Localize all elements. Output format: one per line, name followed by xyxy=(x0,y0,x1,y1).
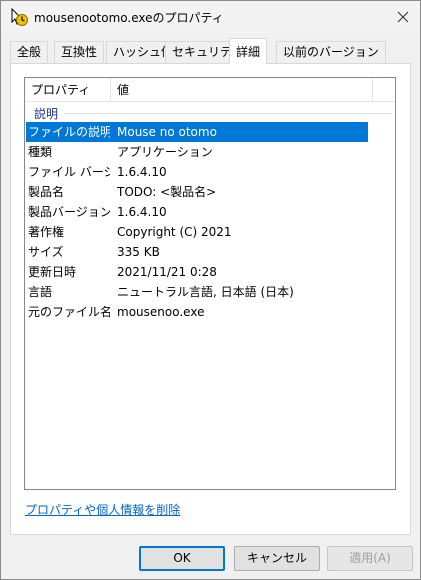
list-item[interactable]: 製品バージョン 1.6.4.10 xyxy=(25,202,395,222)
app-clock-icon xyxy=(10,7,28,26)
list-item[interactable]: ファイルの説明 Mouse no otomo xyxy=(25,122,395,142)
property-value: TODO: <製品名> xyxy=(117,185,217,199)
property-name: 言語 xyxy=(28,285,53,299)
property-value: 1.6.4.10 xyxy=(117,205,167,219)
close-icon[interactable] xyxy=(390,5,416,29)
property-name: 更新日時 xyxy=(28,265,77,279)
group-label: 説明 xyxy=(34,107,59,121)
details-list[interactable]: プロパティ 値 説明 ファイルの説明 Mouse no otomo 種類 アプリケーシ… xyxy=(24,77,396,490)
list-item[interactable]: 元のファイル名 mousenoo.exe xyxy=(25,302,395,322)
property-name: 著作権 xyxy=(28,225,65,239)
title-bar[interactable]: mousenootomo.exeのプロパティ xyxy=(1,1,420,33)
property-name: ファイル バージョン xyxy=(28,165,110,179)
tab-previous-versions[interactable]: 以前のバージョン xyxy=(276,41,386,63)
property-value: mousenoo.exe xyxy=(117,305,205,319)
property-name: 製品名 xyxy=(28,185,65,199)
cancel-button[interactable]: キャンセル xyxy=(234,546,320,571)
property-value: Copyright (C) 2021 xyxy=(117,225,232,239)
property-value: ニュートラル言語, 日本語 (日本) xyxy=(117,285,294,299)
list-item[interactable]: 言語 ニュートラル言語, 日本語 (日本) xyxy=(25,282,395,302)
list-item[interactable]: サイズ 335 KB xyxy=(25,242,395,262)
list-item[interactable]: 種類 アプリケーション xyxy=(25,142,395,162)
properties-dialog: mousenootomo.exeのプロパティ 全般 互換性 ハッシュ値 セキュリ… xyxy=(0,0,421,580)
tab-details[interactable]: 詳細 xyxy=(229,38,268,64)
list-item[interactable]: 製品名 TODO: <製品名> xyxy=(25,182,395,202)
property-value: Mouse no otomo xyxy=(117,125,217,139)
ok-button[interactable]: OK xyxy=(139,546,225,571)
column-header-value[interactable]: 値 xyxy=(111,78,373,102)
property-value: 1.6.4.10 xyxy=(117,165,167,179)
group-header: 説明 xyxy=(25,104,395,121)
details-panel: プロパティ 値 説明 ファイルの説明 Mouse no otomo 種類 アプリケーシ… xyxy=(10,63,411,535)
column-header-property[interactable]: プロパティ xyxy=(25,78,111,102)
tab-compatibility[interactable]: 互換性 xyxy=(54,41,105,63)
window-title: mousenootomo.exeのプロパティ xyxy=(34,11,224,25)
list-item[interactable]: 著作権 Copyright (C) 2021 xyxy=(25,222,395,242)
property-value: 335 KB xyxy=(117,245,160,259)
list-item[interactable]: ファイル バージョン 1.6.4.10 xyxy=(25,162,395,182)
property-name: サイズ xyxy=(28,245,64,259)
property-name: 製品バージョン xyxy=(28,205,110,219)
property-name: ファイルの説明 xyxy=(28,125,110,139)
apply-button[interactable]: 適用(A) xyxy=(327,546,413,571)
list-header: プロパティ 値 xyxy=(25,78,395,102)
tab-general[interactable]: 全般 xyxy=(10,41,49,63)
list-item[interactable]: 更新日時 2021/11/21 0:28 xyxy=(25,262,395,282)
property-value: アプリケーション xyxy=(117,145,213,159)
property-name: 元のファイル名 xyxy=(28,305,110,319)
remove-properties-link[interactable]: プロパティや個人情報を削除 xyxy=(25,501,180,518)
property-value: 2021/11/21 0:28 xyxy=(117,265,217,279)
tab-strip: 全般 互換性 ハッシュ値 セキュリティ 詳細 以前のバージョン xyxy=(10,38,411,64)
group-divider xyxy=(65,113,391,114)
property-name: 種類 xyxy=(28,145,53,159)
